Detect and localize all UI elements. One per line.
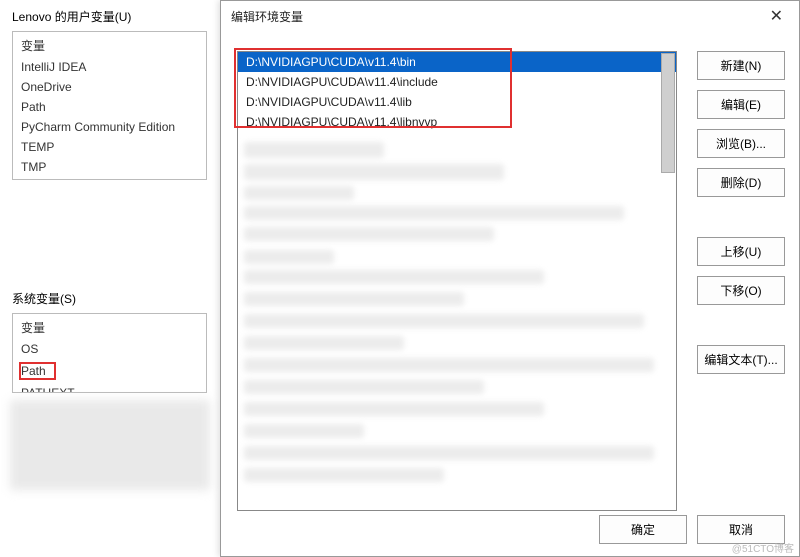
blurred-region bbox=[244, 186, 354, 200]
button-column: 新建(N) 编辑(E) 浏览(B)... 删除(D) 上移(U) 下移(O) 编… bbox=[697, 51, 785, 384]
list-item[interactable]: Path bbox=[13, 97, 206, 117]
move-up-button[interactable]: 上移(U) bbox=[697, 237, 785, 266]
list-item[interactable]: PyCharm Community Edition bbox=[13, 117, 206, 137]
blurred-region bbox=[244, 292, 464, 306]
blurred-region bbox=[244, 358, 654, 372]
move-down-button[interactable]: 下移(O) bbox=[697, 276, 785, 305]
blurred-region bbox=[244, 380, 484, 394]
path-row[interactable]: D:\NVIDIAGPU\CUDA\v11.4\bin bbox=[238, 52, 676, 72]
list-item[interactable]: OneDrive bbox=[13, 77, 206, 97]
sys-vars-listbox[interactable]: 变量 OS Path PATHEXT bbox=[12, 313, 207, 393]
blurred-region bbox=[244, 164, 504, 180]
user-vars-listbox[interactable]: 变量 IntelliJ IDEA OneDrive Path PyCharm C… bbox=[12, 31, 207, 180]
blurred-region bbox=[244, 336, 404, 350]
blurred-region bbox=[244, 314, 644, 328]
list-item[interactable]: Path bbox=[13, 359, 206, 383]
list-item[interactable]: TEMP bbox=[13, 137, 206, 157]
blurred-region bbox=[244, 250, 334, 264]
list-item[interactable]: OS bbox=[13, 339, 206, 359]
delete-button[interactable]: 删除(D) bbox=[697, 168, 785, 197]
sys-var-path-highlight: Path bbox=[19, 362, 56, 380]
user-vars-header: 变量 bbox=[13, 34, 206, 57]
dialog-body: D:\NVIDIAGPU\CUDA\v11.4\bin D:\NVIDIAGPU… bbox=[221, 31, 799, 556]
ok-button[interactable]: 确定 bbox=[599, 515, 687, 544]
blurred-region bbox=[244, 468, 444, 482]
path-row[interactable]: D:\NVIDIAGPU\CUDA\v11.4\include bbox=[238, 72, 676, 92]
path-row[interactable]: D:\NVIDIAGPU\CUDA\v11.4\libnvvp bbox=[238, 112, 676, 132]
list-item[interactable]: TMP bbox=[13, 157, 206, 177]
blurred-region bbox=[244, 227, 494, 241]
edit-text-button[interactable]: 编辑文本(T)... bbox=[697, 345, 785, 374]
list-item[interactable]: IntelliJ IDEA bbox=[13, 57, 206, 77]
dialog-titlebar: 编辑环境变量 ✕ bbox=[221, 1, 799, 31]
browse-button[interactable]: 浏览(B)... bbox=[697, 129, 785, 158]
path-listbox[interactable]: D:\NVIDIAGPU\CUDA\v11.4\bin D:\NVIDIAGPU… bbox=[237, 51, 677, 511]
blurred-region bbox=[244, 446, 654, 460]
new-button[interactable]: 新建(N) bbox=[697, 51, 785, 80]
blurred-region bbox=[244, 424, 364, 438]
edit-env-var-dialog: 编辑环境变量 ✕ D:\NVIDIAGPU\CUDA\v11.4\bin D:\… bbox=[220, 0, 800, 557]
blurred-region bbox=[10, 400, 210, 490]
blurred-region bbox=[244, 142, 384, 158]
scrollbar[interactable] bbox=[661, 53, 675, 173]
path-row[interactable]: D:\NVIDIAGPU\CUDA\v11.4\lib bbox=[238, 92, 676, 112]
close-icon[interactable]: ✕ bbox=[764, 4, 789, 28]
blurred-region bbox=[244, 402, 544, 416]
dialog-title: 编辑环境变量 bbox=[231, 8, 303, 25]
sys-vars-header: 变量 bbox=[13, 316, 206, 339]
list-item[interactable]: PATHEXT bbox=[13, 383, 206, 393]
blurred-region bbox=[244, 206, 624, 220]
watermark: @51CTO博客 bbox=[732, 540, 794, 555]
blurred-region bbox=[244, 270, 544, 284]
edit-button[interactable]: 编辑(E) bbox=[697, 90, 785, 119]
